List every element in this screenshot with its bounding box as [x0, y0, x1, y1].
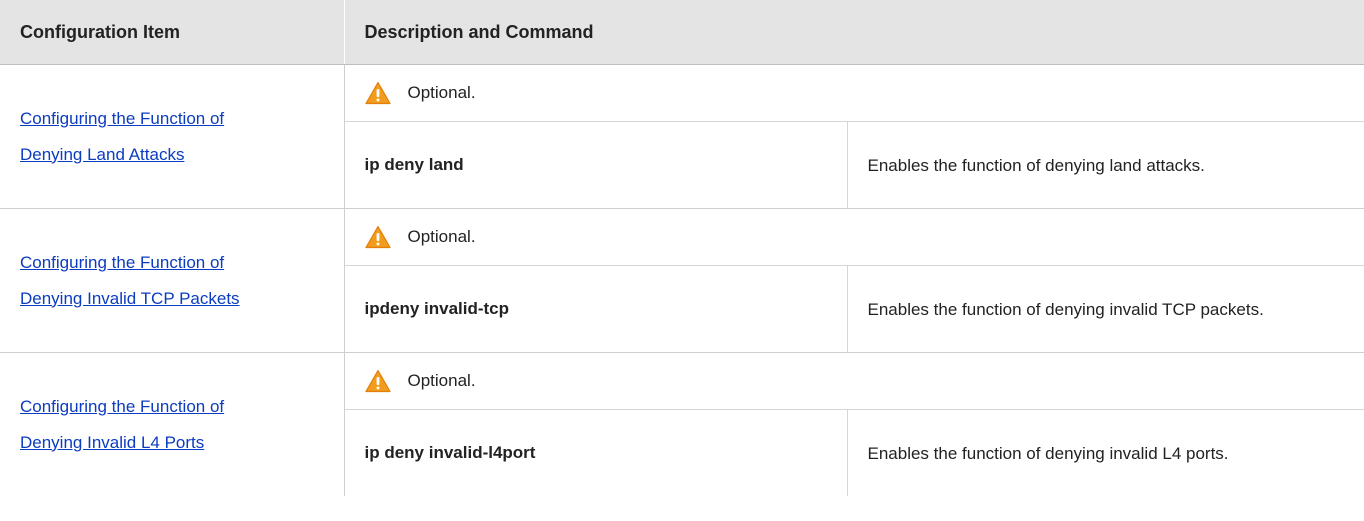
command-cell: ip deny land — [344, 121, 848, 209]
command-cell: ipdeny invalid-tcp — [344, 265, 848, 353]
item-link-line: Configuring the Function of — [20, 108, 225, 128]
warning-icon — [364, 369, 391, 393]
item-link-line: Denying Invalid L4 Ports — [20, 432, 205, 452]
header-row: Configuration Item Description and Comma… — [0, 0, 1364, 65]
configuration-item-cell: Configuring the Function of Denying Inva… — [0, 352, 345, 496]
configuration-item-cell: Configuring the Function of Denying Inva… — [0, 208, 345, 353]
command-cell: ip deny invalid-l4port — [344, 409, 848, 496]
configuration-table: Configuration Item Description and Comma… — [0, 0, 1364, 496]
header-description-command: Description and Command — [343, 0, 1364, 65]
optional-cell: Optional. — [344, 64, 1364, 122]
description-cell: Enables the function of denying invalid … — [867, 443, 1229, 463]
configuration-item-link[interactable]: Configuring the Function of Denying Inva… — [20, 389, 334, 461]
warning-icon — [364, 81, 391, 105]
optional-label: Optional. — [407, 371, 476, 390]
description-cell: Enables the function of denying land att… — [847, 121, 1364, 209]
page: Configuration Item Description and Comma… — [0, 0, 1364, 521]
table-row: Configuring the Function of Denying Inva… — [0, 352, 1364, 496]
header-configuration-item: Configuration Item — [0, 0, 344, 65]
item-link-line: Configuring the Function of — [20, 396, 225, 416]
configuration-item-cell: Configuring the Function of Denying Land… — [0, 64, 345, 209]
description-cell: Enables the function of denying invalid … — [847, 265, 1364, 353]
warning-icon — [364, 225, 391, 249]
configuration-item-link[interactable]: Configuring the Function of Denying Land… — [20, 101, 334, 173]
optional-label: Optional. — [407, 83, 476, 102]
item-link-line: Denying Land Attacks — [20, 144, 185, 164]
table-row: Configuring the Function of Denying Inva… — [0, 208, 1364, 353]
optional-label: Optional. — [407, 227, 476, 246]
table-row: Configuring the Function of Denying Land… — [0, 64, 1364, 209]
item-link-line: Configuring the Function of — [20, 252, 225, 272]
item-link-line: Denying Invalid TCP Packets — [20, 288, 240, 308]
configuration-item-link[interactable]: Configuring the Function of Denying Inva… — [20, 245, 334, 317]
optional-cell: Optional. — [344, 208, 1364, 266]
optional-cell: Optional. — [344, 352, 1364, 410]
